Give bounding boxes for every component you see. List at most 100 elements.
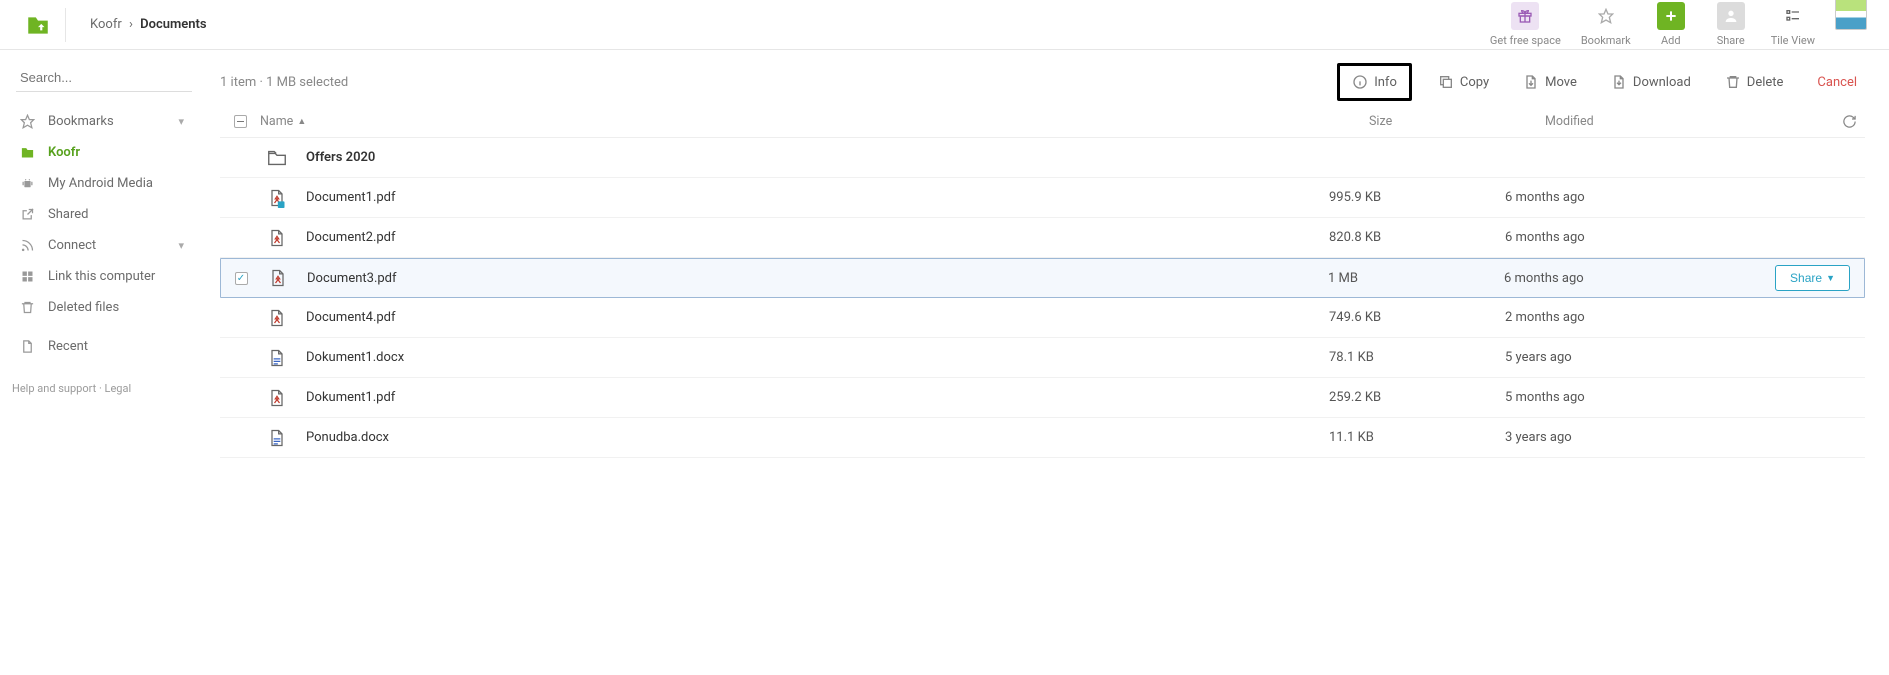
info-button[interactable]: Info <box>1337 63 1412 101</box>
row-modified: 6 months ago <box>1505 190 1785 205</box>
row-actions: Share ▼ <box>1784 265 1864 291</box>
table-header: Name ▲ Size Modified <box>220 106 1865 138</box>
file-icon <box>260 187 294 209</box>
column-name[interactable]: Name ▲ <box>260 114 1369 129</box>
sidebar-item-label: My Android Media <box>48 176 153 191</box>
get-free-space-button[interactable]: Get free space <box>1490 2 1561 47</box>
column-size[interactable]: Size <box>1369 114 1545 129</box>
delete-label: Delete <box>1747 75 1784 90</box>
sidebar-item-shared[interactable]: Shared <box>10 199 190 230</box>
file-name: Document2.pdf <box>306 230 396 245</box>
sidebar-item-android[interactable]: My Android Media <box>10 168 190 199</box>
sidebar-item-connect[interactable]: Connect ▾ <box>10 230 190 261</box>
user-avatar[interactable] <box>1835 0 1867 30</box>
refresh-icon <box>1842 114 1857 129</box>
row-modified: 3 years ago <box>1505 430 1785 445</box>
sidebar-item-bookmarks[interactable]: Bookmarks ▾ <box>10 106 190 137</box>
get-free-space-label: Get free space <box>1490 34 1561 47</box>
sidebar-footer[interactable]: Help and support · Legal <box>10 382 190 395</box>
row-name-cell[interactable]: Ponudba.docx <box>260 427 1329 449</box>
table-row[interactable]: Document2.pdf820.8 KB6 months ago <box>220 218 1865 258</box>
layout: Bookmarks ▾ Koofr My Android Media Share… <box>0 50 1889 458</box>
person-icon <box>1717 2 1745 30</box>
refresh-button[interactable] <box>1825 114 1865 129</box>
sidebar-item-recent[interactable]: Recent <box>10 331 190 362</box>
file-icon <box>16 339 38 354</box>
row-name-cell[interactable]: Dokument1.docx <box>260 347 1329 369</box>
row-name-cell[interactable]: Document2.pdf <box>260 227 1329 249</box>
sidebar-item-label: Link this computer <box>48 269 155 284</box>
add-label: Add <box>1661 34 1681 47</box>
share-button-label: Share <box>1790 271 1822 285</box>
row-name-cell[interactable]: Offers 2020 <box>260 147 1329 169</box>
external-link-icon <box>16 207 38 222</box>
koofr-icon <box>16 145 38 160</box>
file-icon <box>260 427 294 449</box>
rss-icon <box>16 238 38 253</box>
sidebar-item-label: Deleted files <box>48 300 119 315</box>
add-button[interactable]: Add <box>1651 2 1691 47</box>
sidebar-item-label: Bookmarks <box>48 114 114 129</box>
app-logo[interactable] <box>10 8 66 42</box>
table-row[interactable]: Document3.pdf1 MB6 months agoShare ▼ <box>220 258 1865 298</box>
sidebar: Bookmarks ▾ Koofr My Android Media Share… <box>0 50 200 458</box>
row-name-cell[interactable]: Document1.pdf <box>260 187 1329 209</box>
search-input[interactable] <box>16 64 192 92</box>
download-icon <box>1611 74 1627 90</box>
column-name-label: Name <box>260 114 293 129</box>
row-name-cell[interactable]: Dokument1.pdf <box>260 387 1329 409</box>
table-row[interactable]: Offers 2020 <box>220 138 1865 178</box>
grid-icon <box>16 269 38 284</box>
file-icon <box>260 347 294 369</box>
file-icon <box>260 387 294 409</box>
sidebar-item-link-computer[interactable]: Link this computer <box>10 261 190 292</box>
download-label: Download <box>1633 75 1691 90</box>
cancel-button[interactable]: Cancel <box>1809 69 1865 96</box>
trash-icon <box>16 300 38 315</box>
main-content: 1 item · 1 MB selected Info Copy Move Do… <box>200 50 1889 458</box>
file-icon <box>260 227 294 249</box>
copy-button[interactable]: Copy <box>1430 68 1497 96</box>
select-all-checkbox[interactable] <box>220 115 260 128</box>
table-row[interactable]: Ponudba.docx11.1 KB3 years ago <box>220 418 1865 458</box>
row-name-cell[interactable]: Document3.pdf <box>261 267 1328 289</box>
move-button[interactable]: Move <box>1515 68 1585 96</box>
breadcrumb-current: Documents <box>140 17 206 32</box>
sidebar-item-koofr[interactable]: Koofr <box>10 137 190 168</box>
bookmark-button[interactable]: Bookmark <box>1581 2 1631 47</box>
row-modified: 5 months ago <box>1505 390 1785 405</box>
breadcrumb-root[interactable]: Koofr <box>90 17 122 32</box>
sidebar-item-label: Recent <box>48 339 88 354</box>
share-button[interactable]: Share ▼ <box>1775 265 1850 291</box>
folder-icon <box>260 147 294 169</box>
row-modified: 5 years ago <box>1505 350 1785 365</box>
star-icon <box>16 114 38 129</box>
column-modified[interactable]: Modified <box>1545 114 1825 129</box>
row-size: 995.9 KB <box>1329 190 1505 205</box>
info-icon <box>1352 74 1368 90</box>
row-name-cell[interactable]: Document4.pdf <box>260 307 1329 329</box>
share-top-button[interactable]: Share <box>1711 2 1751 47</box>
download-button[interactable]: Download <box>1603 68 1699 96</box>
koofr-logo-icon <box>25 12 51 38</box>
tile-view-label: Tile View <box>1771 34 1815 47</box>
sidebar-item-deleted[interactable]: Deleted files <box>10 292 190 323</box>
delete-button[interactable]: Delete <box>1717 68 1792 96</box>
share-top-label: Share <box>1717 34 1745 47</box>
table-row[interactable]: Document1.pdf995.9 KB6 months ago <box>220 178 1865 218</box>
table-row[interactable]: Dokument1.pdf259.2 KB5 months ago <box>220 378 1865 418</box>
info-label: Info <box>1374 75 1397 90</box>
tile-view-button[interactable]: Tile View <box>1771 2 1815 47</box>
bookmark-label: Bookmark <box>1581 34 1631 47</box>
row-checkbox[interactable] <box>221 272 261 285</box>
sort-asc-icon: ▲ <box>297 116 306 127</box>
sidebar-item-label: Koofr <box>48 145 80 160</box>
file-name: Document3.pdf <box>307 271 397 286</box>
sidebar-item-label: Shared <box>48 207 88 222</box>
topbar: Koofr › Documents Get free space Bookmar… <box>0 0 1889 50</box>
row-size: 1 MB <box>1328 271 1504 286</box>
table-row[interactable]: Document4.pdf749.6 KB2 months ago <box>220 298 1865 338</box>
row-size: 259.2 KB <box>1329 390 1505 405</box>
table-row[interactable]: Dokument1.docx78.1 KB5 years ago <box>220 338 1865 378</box>
breadcrumb: Koofr › Documents <box>90 17 207 32</box>
